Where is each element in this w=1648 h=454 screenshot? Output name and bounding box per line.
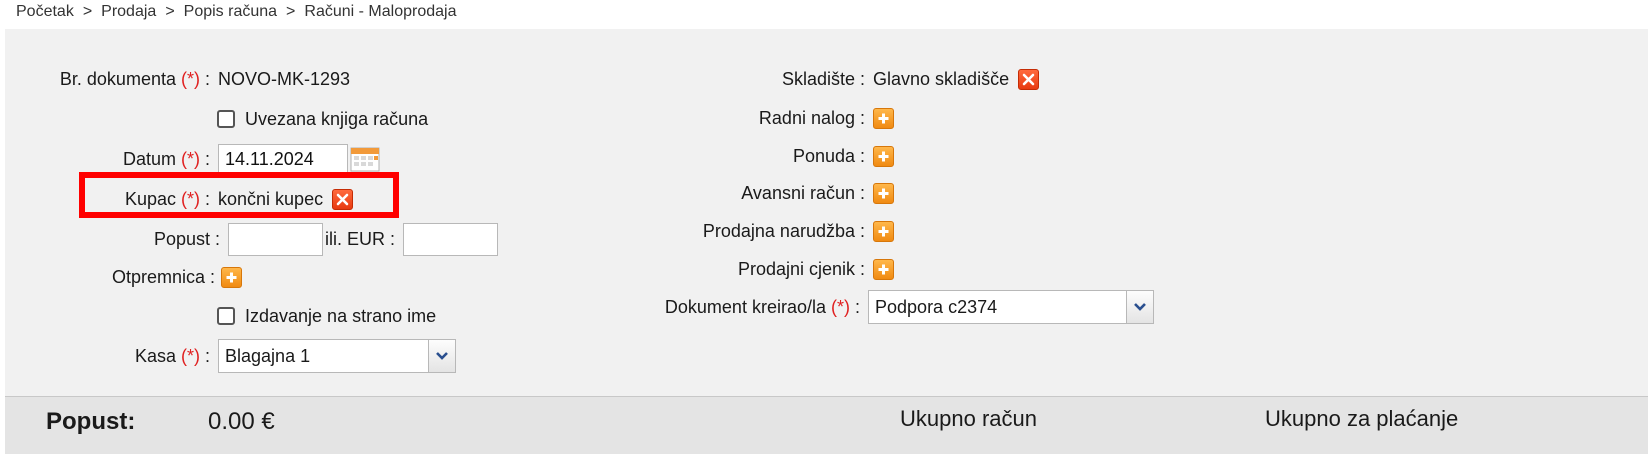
breadcrumb-sales[interactable]: Prodaja [101, 3, 156, 20]
breadcrumb-current: Računi - Maloprodaja [304, 3, 457, 20]
cash-register-value: Blagajna 1 [225, 345, 311, 366]
price-list-row: Prodajni cjenik : [0, 252, 895, 286]
add-sales-order-icon[interactable] [873, 220, 895, 242]
quote-label: Ponuda [792, 145, 855, 166]
footer-total-payment: Ukupno za plaćanje [1265, 406, 1459, 431]
created-by-value: Podpora c2374 [875, 296, 998, 317]
warehouse-label: Skladište [781, 68, 855, 89]
required-mark: (*) [831, 296, 850, 317]
chevron-down-icon[interactable] [428, 340, 456, 372]
chevron-down-icon[interactable] [1126, 291, 1154, 323]
breadcrumb-separator: > [165, 3, 175, 20]
required-mark: (*) [181, 345, 200, 366]
add-price-list-icon[interactable] [873, 258, 895, 280]
created-by-row: Dokument kreirao/la (*) : Podpora c2374 [0, 290, 1155, 324]
advance-invoice-label: Avansni račun [741, 182, 855, 203]
breadcrumb-invoice-list[interactable]: Popis računa [184, 3, 277, 20]
breadcrumb-separator: > [82, 3, 93, 20]
created-by-select[interactable]: Podpora c2374 [868, 290, 1155, 324]
price-list-label: Prodajni cjenik [737, 258, 855, 279]
breadcrumb-separator: > [286, 3, 296, 20]
advance-invoice-row: Avansni račun : [0, 176, 895, 210]
quote-row: Ponuda : [0, 139, 895, 173]
footer-discount-value: 0.00 € [208, 408, 275, 435]
add-quote-icon[interactable] [873, 145, 895, 167]
warehouse-row: Skladište : Glavno skladišče [0, 62, 1040, 96]
add-advance-invoice-icon[interactable] [873, 182, 895, 204]
cash-register-select[interactable]: Blagajna 1 [218, 339, 457, 373]
footer-total-invoice: Ukupno račun [900, 406, 1037, 431]
sales-order-label: Prodajna narudžba [702, 220, 855, 241]
created-by-label: Dokument kreirao/la [664, 296, 826, 317]
remove-warehouse-icon[interactable] [1018, 68, 1040, 90]
warehouse-value[interactable]: Glavno skladišče [873, 69, 1009, 90]
work-order-label: Radni nalog [758, 107, 855, 128]
add-work-order-icon[interactable] [873, 107, 895, 129]
sales-order-row: Prodajna narudžba : [0, 214, 895, 248]
breadcrumb-home[interactable]: Početak [16, 3, 74, 20]
breadcrumb: Početak > Prodaja > Popis računa > Računi - Ma… [16, 3, 456, 21]
footer-discount-label: Popust: [46, 408, 136, 435]
work-order-row: Radni nalog : [0, 101, 895, 135]
cash-register-row: Kasa (*) : Blagajna 1 [0, 339, 457, 373]
cash-register-label: Kasa [134, 345, 176, 366]
